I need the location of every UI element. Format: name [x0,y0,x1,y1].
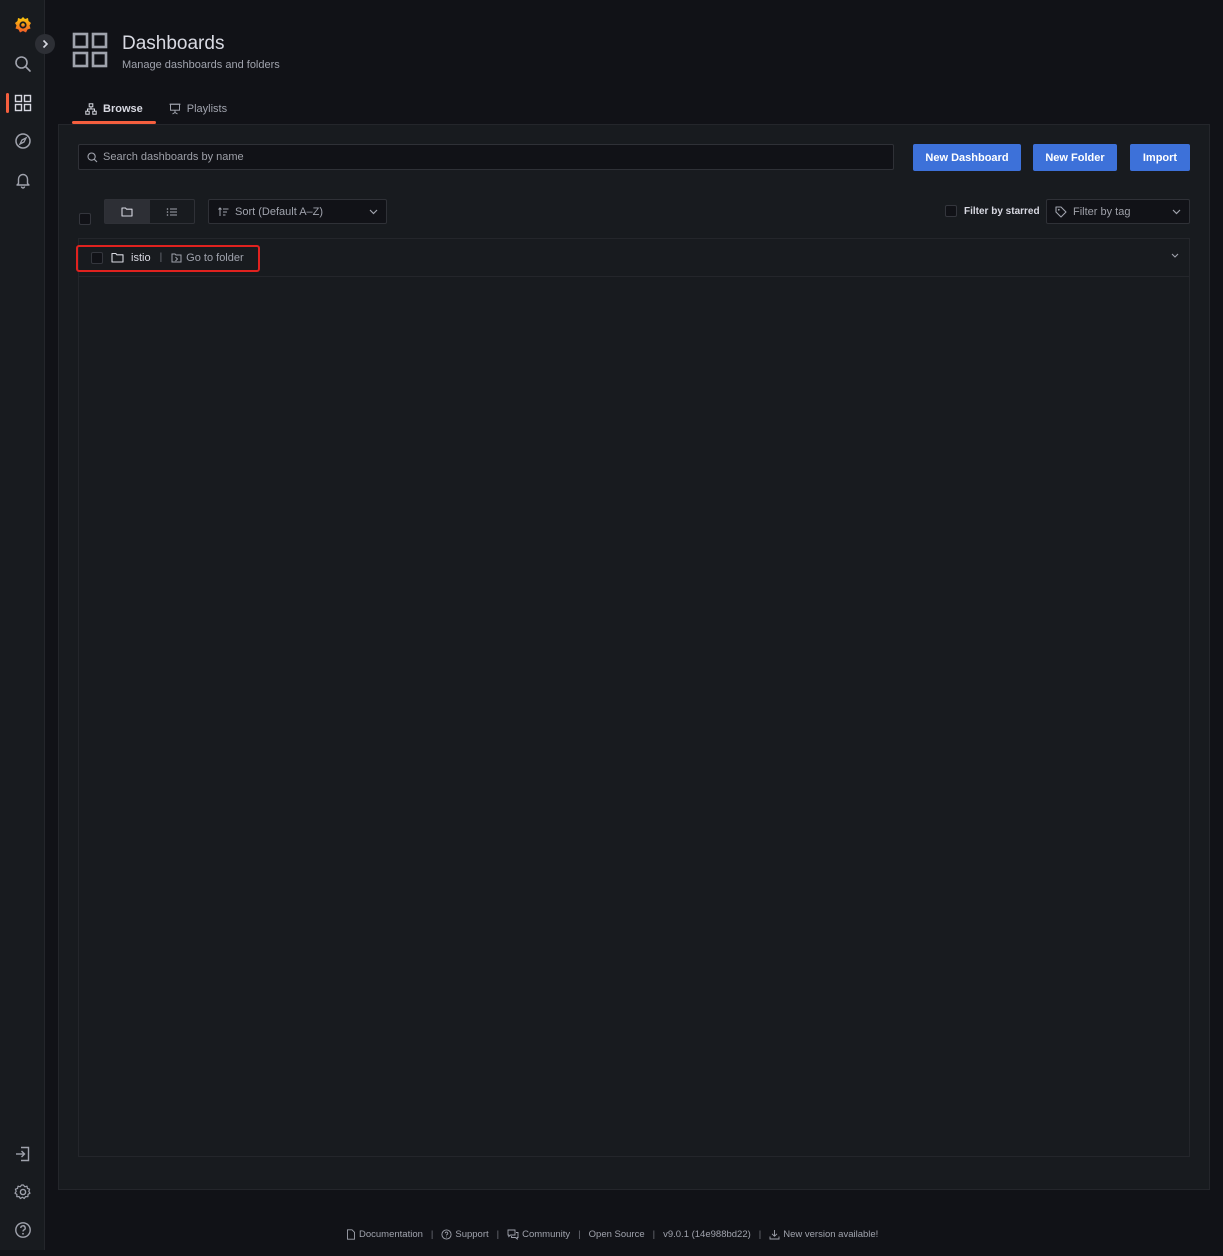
comments-icon [507,1229,519,1240]
sidebar-expand-button[interactable] [35,34,55,54]
sort-select-value: Sort (Default A–Z) [235,205,324,218]
sort-icon [218,206,229,216]
footer: Documentation | Support | Community | Op… [346,1229,878,1240]
tab-playlists-label: Playlists [186,103,228,115]
separator: | [159,252,163,263]
alert-bell-icon[interactable] [12,169,34,191]
footer-community-link[interactable]: Community [507,1229,570,1240]
folder-name[interactable]: istio [131,252,151,264]
document-icon [347,1229,355,1240]
go-to-folder-label: Go to folder [186,251,244,264]
question-circle-icon [441,1229,452,1240]
select-all-checkbox[interactable] [79,213,91,225]
footer-support-link[interactable]: Support [441,1229,489,1240]
footer-new-version-label: New version available! [783,1229,879,1240]
import-button[interactable]: Import [1130,144,1190,171]
view-toggle [104,199,195,224]
page-header: Dashboards Manage dashboards and folders [72,30,280,71]
starred-label: Filter by starred [964,205,1040,217]
browse-panel: New Dashboard New Folder Import Sort (De… [58,124,1210,1190]
footer-support-label: Support [455,1229,489,1240]
tag-filter-placeholder: Filter by tag [1073,205,1131,218]
gear-icon[interactable] [12,1181,34,1203]
folder-list: istio | Go to folder [76,238,1190,1157]
go-to-folder-link[interactable]: Go to folder [171,251,244,264]
footer-new-version-link[interactable]: New version available! [769,1229,878,1240]
chevron-right-icon [42,39,49,49]
tab-bar: Browse Playlists [72,96,240,124]
search-box [78,144,894,170]
presentation-icon [169,103,181,115]
sitemap-icon [85,103,97,115]
explore-icon[interactable] [12,130,34,152]
download-icon [769,1230,780,1240]
page-title: Dashboards [122,33,225,54]
page-subtitle: Manage dashboards and folders [122,59,280,71]
dashboards-icon[interactable] [12,92,34,114]
new-folder-button[interactable]: New Folder [1033,144,1117,171]
folder-row[interactable]: istio | Go to folder [76,239,1189,277]
tab-playlists[interactable]: Playlists [156,96,240,122]
folder-icon [121,207,133,217]
dashboards-icon [72,32,108,68]
list-icon [166,207,177,216]
tab-browse-label: Browse [103,103,143,115]
tab-browse[interactable]: Browse [72,96,156,124]
sidebar [0,0,45,1250]
grafana-logo[interactable] [12,14,34,36]
search-icon [87,151,98,162]
new-dashboard-button[interactable]: New Dashboard [913,144,1021,171]
chevron-down-icon [369,209,378,214]
chevron-down-icon[interactable] [1171,253,1179,259]
footer-documentation-label: Documentation [359,1229,423,1240]
footer-open-source-label: Open Source [588,1229,645,1240]
footer-community-label: Community [522,1229,571,1240]
sort-select[interactable]: Sort (Default A–Z) [208,199,387,224]
folder-checkbox[interactable] [91,251,103,264]
footer-version: v9.0.1 (14e988bd22) [663,1229,751,1240]
list-view-button[interactable] [150,200,195,223]
search-icon[interactable] [12,53,34,75]
tag-icon [1055,205,1067,218]
starred-checkbox[interactable] [945,205,957,217]
chevron-down-icon [1172,209,1181,214]
footer-open-source-link[interactable]: Open Source [589,1229,645,1240]
search-input[interactable] [103,151,863,163]
tag-filter-select[interactable]: Filter by tag [1046,199,1190,224]
folder-open-icon [171,253,182,262]
help-icon[interactable] [12,1219,34,1241]
folder-view-button[interactable] [105,200,150,223]
footer-version-label: v9.0.1 (14e988bd22) [663,1229,751,1240]
footer-documentation-link[interactable]: Documentation [346,1229,423,1240]
folder-icon [111,252,124,263]
sign-in-icon[interactable] [12,1143,34,1165]
active-nav-marker [6,93,9,113]
filter-by-starred[interactable]: Filter by starred [945,205,1040,217]
